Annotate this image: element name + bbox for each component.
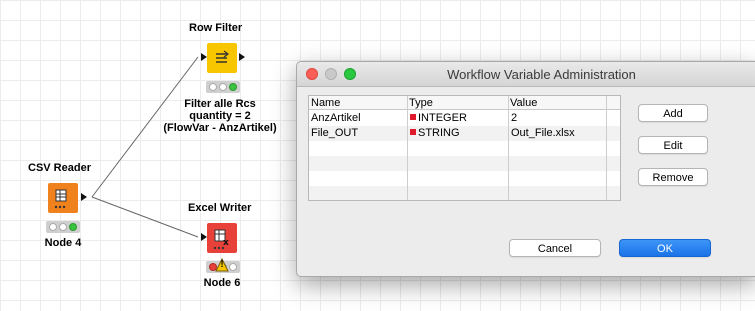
dialog-titlebar[interactable]: Workflow Variable Administration bbox=[297, 62, 755, 87]
edit-button[interactable]: Edit bbox=[638, 136, 708, 154]
row-filter-annotation: Filter alle Rcs quantity = 2 (FlowVar - … bbox=[158, 98, 282, 134]
status-led-red bbox=[209, 83, 217, 91]
status-led-green bbox=[229, 263, 237, 271]
row-filter-output-port[interactable] bbox=[239, 53, 245, 61]
csv-reader-icon bbox=[54, 189, 67, 209]
warning-mark: ! bbox=[220, 259, 224, 270]
excel-writer-node[interactable]: x bbox=[207, 223, 237, 253]
table-row-empty bbox=[309, 156, 620, 171]
variable-type: STRING bbox=[408, 126, 460, 141]
row-filter-status-traffic-light bbox=[206, 81, 240, 93]
workflow-variable-dialog: Workflow Variable Administration Name Ty… bbox=[296, 61, 755, 277]
csv-reader-node-label: Node 4 bbox=[44, 237, 82, 249]
status-led-yellow bbox=[59, 223, 67, 231]
annotation-line: (FlowVar - AnzArtikel) bbox=[163, 122, 277, 134]
csv-reader-output-port[interactable] bbox=[81, 193, 87, 201]
csv-reader-node[interactable] bbox=[48, 183, 78, 213]
ok-button[interactable]: OK bbox=[619, 239, 711, 257]
excel-writer-icon: x bbox=[213, 229, 229, 250]
string-type-icon bbox=[410, 129, 416, 135]
column-header-name[interactable]: Name bbox=[309, 96, 407, 110]
annotation-line: Filter alle Rcs bbox=[184, 98, 256, 110]
dialog-title: Workflow Variable Administration bbox=[447, 67, 636, 82]
row-filter-icon bbox=[216, 50, 229, 63]
column-header-value[interactable]: Value bbox=[508, 96, 620, 110]
variable-type-label: INTEGER bbox=[418, 112, 467, 124]
variable-value: 2 bbox=[511, 112, 518, 124]
row-filter-title: Row Filter bbox=[189, 22, 243, 34]
svg-text:x: x bbox=[223, 238, 229, 248]
variable-name: AnzArtikel bbox=[311, 112, 361, 124]
status-led-red bbox=[49, 223, 57, 231]
variables-table[interactable]: Name Type Value AnzArtikel INTEGER 2 Fil… bbox=[308, 95, 621, 201]
table-row-empty bbox=[309, 171, 620, 186]
table-row-empty bbox=[309, 186, 620, 200]
annotation-line: quantity = 2 bbox=[189, 110, 251, 122]
connection-csv-to-excelwriter bbox=[91, 196, 199, 238]
column-divider bbox=[508, 96, 509, 200]
status-led-yellow bbox=[219, 83, 227, 91]
csv-reader-status-traffic-light bbox=[46, 221, 80, 233]
table-row[interactable]: AnzArtikel INTEGER 2 bbox=[309, 111, 620, 126]
integer-type-icon bbox=[410, 114, 416, 120]
remove-button[interactable]: Remove bbox=[638, 168, 708, 186]
column-divider bbox=[407, 96, 408, 200]
variable-type-label: STRING bbox=[418, 127, 460, 139]
variable-value: Out_File.xlsx bbox=[511, 127, 575, 139]
excel-writer-node-label: Node 6 bbox=[203, 277, 241, 289]
column-header-type[interactable]: Type bbox=[407, 96, 508, 110]
table-row[interactable]: File_OUT STRING Out_File.xlsx bbox=[309, 126, 620, 141]
cancel-button[interactable]: Cancel bbox=[509, 239, 601, 257]
status-led-green bbox=[229, 83, 237, 91]
add-button[interactable]: Add bbox=[638, 104, 708, 122]
variable-type: INTEGER bbox=[408, 111, 467, 126]
row-filter-node[interactable] bbox=[207, 43, 237, 73]
excel-writer-title: Excel Writer bbox=[188, 202, 252, 214]
csv-reader-title: CSV Reader bbox=[28, 162, 91, 174]
status-led-green bbox=[69, 223, 77, 231]
table-row-empty bbox=[309, 141, 620, 156]
column-divider bbox=[606, 96, 607, 200]
variable-name: File_OUT bbox=[311, 127, 359, 139]
